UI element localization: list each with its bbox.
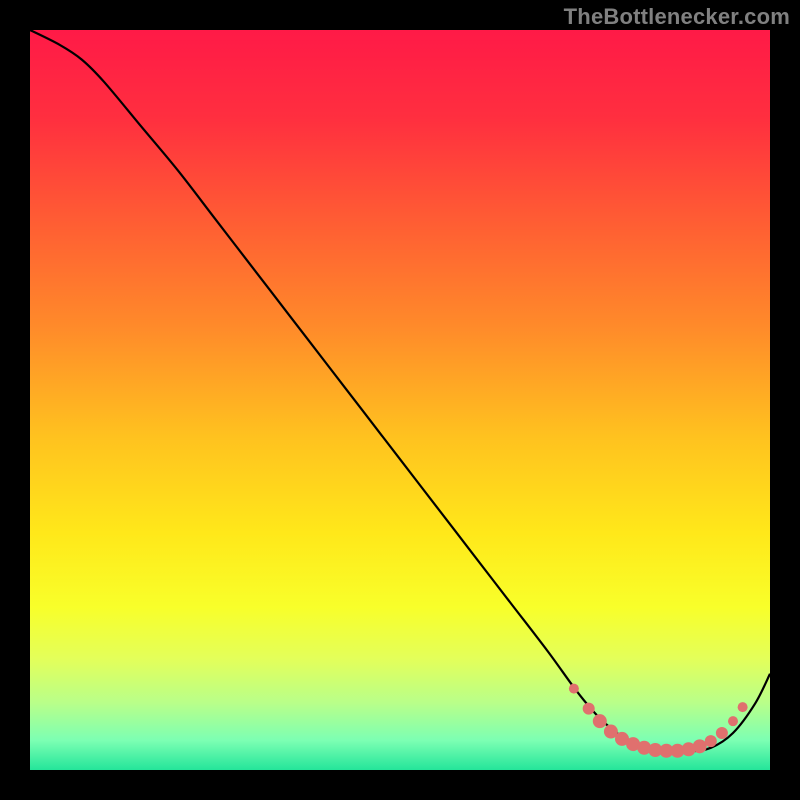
valley-point bbox=[705, 735, 717, 747]
valley-point bbox=[738, 702, 748, 712]
valley-point bbox=[593, 714, 607, 728]
bottleneck-chart bbox=[0, 0, 800, 800]
chart-frame: TheBottlenecker.com bbox=[0, 0, 800, 800]
valley-point bbox=[716, 727, 728, 739]
gradient-background bbox=[30, 30, 770, 770]
valley-point bbox=[728, 716, 738, 726]
valley-point bbox=[693, 739, 707, 753]
valley-point bbox=[583, 703, 595, 715]
valley-point bbox=[569, 684, 579, 694]
